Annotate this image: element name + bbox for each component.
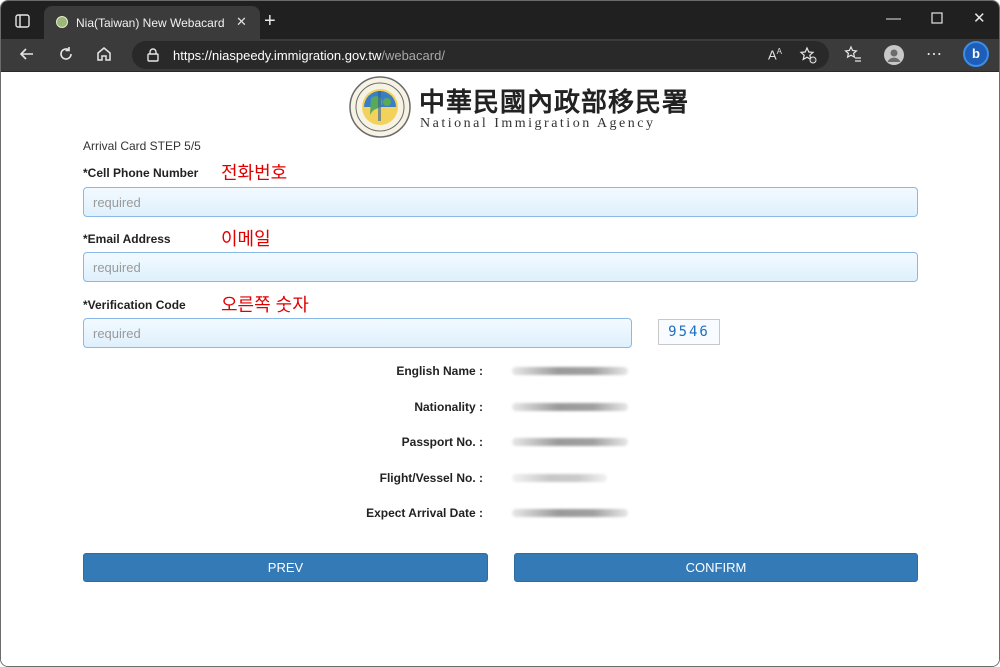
tab-actions-icon[interactable] (11, 11, 33, 31)
plus-icon[interactable]: + (264, 11, 276, 31)
verification-annotation: 오른쪽 숫자 (221, 295, 309, 315)
tab-title: Nia(Taiwan) New Webacard (76, 16, 225, 30)
redacted-value (512, 403, 628, 411)
close-icon[interactable]: ✕ (236, 15, 247, 29)
favorites-icon[interactable] (843, 45, 863, 65)
email-label: *Email Address (83, 232, 171, 246)
agency-name-en: National Immigration Agency (420, 116, 656, 131)
back-icon[interactable] (17, 45, 37, 65)
captcha-image[interactable]: 9546 (658, 319, 720, 345)
read-aloud-icon[interactable]: AA (768, 47, 782, 62)
redacted-value (512, 438, 628, 446)
window-close-icon[interactable]: ✕ (973, 11, 986, 27)
profile-icon[interactable] (884, 45, 904, 65)
page-content: 中華民國內政部移民署 National Immigration Agency A… (1, 72, 999, 666)
browser-window: Nia(Taiwan) New Webacard ✕ + — ✕ https:/… (0, 0, 1000, 667)
lock-icon[interactable] (146, 47, 160, 68)
nav-bar: https://niaspeedy.immigration.gov.tw/web… (1, 39, 999, 72)
browser-tab[interactable]: Nia(Taiwan) New Webacard ✕ (44, 6, 260, 39)
passport-label: Passport No. : (401, 435, 483, 449)
redacted-value (512, 509, 628, 517)
verification-input[interactable] (83, 318, 632, 348)
more-icon[interactable]: ⋯ (924, 45, 944, 65)
favorite-add-icon[interactable] (799, 46, 817, 69)
arrival-date-label: Expect Arrival Date : (366, 506, 483, 520)
minimize-icon[interactable]: — (886, 11, 901, 27)
nationality-label: Nationality : (414, 400, 483, 414)
maximize-icon[interactable] (931, 12, 943, 28)
title-bar: Nia(Taiwan) New Webacard ✕ + — ✕ (1, 1, 999, 39)
step-indicator: Arrival Card STEP 5/5 (83, 139, 201, 153)
prev-button[interactable]: PREV (83, 553, 488, 582)
english-name-label: English Name : (396, 364, 483, 378)
confirm-button[interactable]: CONFIRM (514, 553, 918, 582)
phone-annotation: 전화번호 (221, 163, 288, 183)
url-text[interactable]: https://niaspeedy.immigration.gov.tw/web… (173, 48, 445, 63)
phone-label: *Cell Phone Number (83, 166, 199, 180)
email-annotation: 이메일 (221, 229, 271, 249)
home-icon[interactable] (94, 45, 114, 65)
agency-seal-icon (349, 76, 411, 138)
agency-name-zh: 中華民國內政部移民署 (419, 88, 690, 118)
verification-label: *Verification Code (83, 298, 186, 312)
favicon-icon (56, 16, 68, 28)
flight-label: Flight/Vessel No. : (379, 471, 483, 485)
address-bar[interactable]: https://niaspeedy.immigration.gov.tw/web… (132, 41, 829, 69)
redacted-value (512, 367, 628, 375)
email-input[interactable] (83, 252, 918, 282)
redacted-value (512, 474, 607, 482)
bing-icon[interactable]: b (963, 41, 989, 67)
phone-input[interactable] (83, 187, 918, 217)
refresh-icon[interactable] (56, 45, 76, 65)
